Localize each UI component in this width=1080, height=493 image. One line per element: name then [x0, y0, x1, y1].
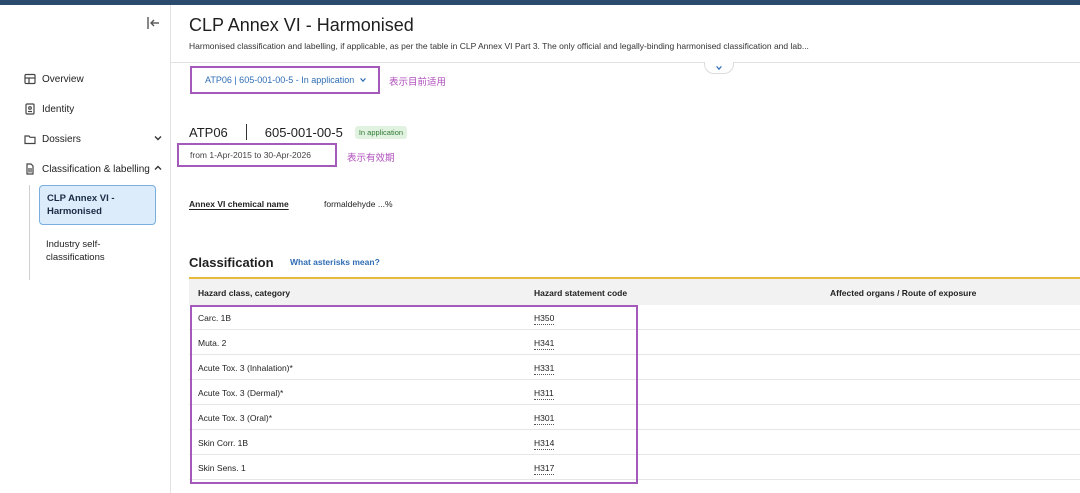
- hazard-class-cell: Carc. 1B: [198, 313, 232, 323]
- sidebar-item-overview[interactable]: Overview: [24, 69, 169, 89]
- identity-icon: [24, 103, 36, 115]
- table-row: Acute Tox. 3 (Dermal)* H311: [189, 380, 1080, 405]
- table-row: Acute Tox. 3 (Oral)* H301: [189, 405, 1080, 430]
- page-description: Harmonised classification and labelling,…: [189, 41, 809, 51]
- atp-selector-value: ATP06 | 605-001-00-5 - In application: [205, 75, 355, 85]
- chemical-name-label: Annex VI chemical name: [189, 199, 289, 209]
- hazard-class-cell: Skin Corr. 1B: [198, 438, 249, 448]
- table-header: Hazard class, category Hazard statement …: [189, 279, 1080, 305]
- chevron-down-icon: [716, 65, 722, 70]
- header-divider: [171, 62, 1080, 63]
- sidebar-item-label: Classification & labelling: [42, 163, 150, 175]
- table-row: Skin Corr. 1B H314: [189, 430, 1080, 455]
- main-content: CLP Annex VI - Harmonised Harmonised cla…: [171, 5, 1080, 493]
- table-row: Acute Tox. 3 (Inhalation)* H331: [189, 355, 1080, 380]
- entry-divider: [245, 124, 247, 140]
- sidebar-item-classification-labelling[interactable]: Classification & labelling: [24, 159, 169, 179]
- hazard-code-cell[interactable]: H341: [534, 338, 555, 350]
- expand-header-button[interactable]: [704, 62, 734, 74]
- hazard-class-cell: Acute Tox. 3 (Dermal)*: [198, 388, 284, 398]
- sidebar-item-label: Overview: [42, 73, 84, 85]
- sidebar-item-label: Dossiers: [42, 133, 81, 145]
- table-row: Muta. 2 H341: [189, 330, 1080, 355]
- entry-atp: ATP06: [189, 124, 228, 140]
- table-row: Skin Sens. 1 H317: [189, 455, 1080, 480]
- hazard-class-cell: Acute Tox. 3 (Oral)*: [198, 413, 273, 423]
- entry-header: ATP06 605-001-00-5 In application: [189, 124, 408, 140]
- column-header-hazard-code: Hazard statement code: [534, 288, 628, 298]
- chevron-down-icon: [360, 78, 367, 83]
- chevron-up-icon[interactable]: [153, 163, 163, 173]
- column-header-affected-organs: Affected organs / Route of exposure: [830, 288, 977, 298]
- submenu-rail: [29, 185, 30, 280]
- dossiers-icon: [24, 133, 36, 145]
- sidebar: Overview Identity Dossiers Classificatio…: [0, 5, 171, 493]
- table-row: Carc. 1B H350: [189, 305, 1080, 330]
- hazard-code-cell[interactable]: H314: [534, 438, 555, 450]
- hazard-code-cell[interactable]: H317: [534, 463, 555, 475]
- hazard-code-cell[interactable]: H301: [534, 413, 555, 425]
- hazard-class-cell: Acute Tox. 3 (Inhalation)*: [198, 363, 293, 373]
- column-header-hazard-class: Hazard class, category: [198, 288, 291, 298]
- sidebar-item-identity[interactable]: Identity: [24, 99, 169, 119]
- entry-index-number: 605-001-00-5: [264, 124, 343, 140]
- atp-selector-dropdown[interactable]: ATP06 | 605-001-00-5 - In application: [190, 66, 380, 94]
- annotation-current: 表示目前适用: [389, 77, 447, 88]
- classification-title: Classification: [189, 255, 274, 270]
- overview-icon: [24, 73, 36, 85]
- sidebar-subitem-industry-self-classifications[interactable]: Industry self-classifications: [39, 232, 156, 270]
- status-badge: In application: [354, 125, 408, 139]
- validity-text: from 1-Apr-2015 to 30-Apr-2026: [190, 150, 311, 160]
- chemical-name-value: formaldehyde ...%: [324, 199, 393, 209]
- classification-icon: [24, 163, 36, 175]
- sidebar-item-label: Identity: [42, 103, 75, 115]
- asterisks-help-link[interactable]: What asterisks mean?: [290, 257, 380, 267]
- hazard-code-cell[interactable]: H311: [534, 388, 554, 400]
- chevron-down-icon[interactable]: [153, 133, 163, 143]
- hazard-code-cell[interactable]: H350: [534, 313, 555, 325]
- sidebar-subitem-clp-annex-vi[interactable]: CLP Annex VI - Harmonised: [39, 185, 156, 225]
- sidebar-item-dossiers[interactable]: Dossiers: [24, 129, 169, 149]
- sidebar-subitem-label: Industry self-classifications: [46, 239, 105, 263]
- page-title: CLP Annex VI - Harmonised: [189, 15, 414, 35]
- collapse-sidebar-icon[interactable]: [145, 15, 161, 31]
- sidebar-subitem-label: CLP Annex VI - Harmonised: [47, 193, 115, 217]
- validity-period: from 1-Apr-2015 to 30-Apr-2026: [177, 143, 337, 167]
- hazard-code-cell[interactable]: H331: [534, 363, 555, 375]
- hazard-class-cell: Skin Sens. 1: [198, 463, 246, 473]
- hazard-class-cell: Muta. 2: [198, 338, 227, 348]
- annotation-validity: 表示有效期: [347, 153, 395, 164]
